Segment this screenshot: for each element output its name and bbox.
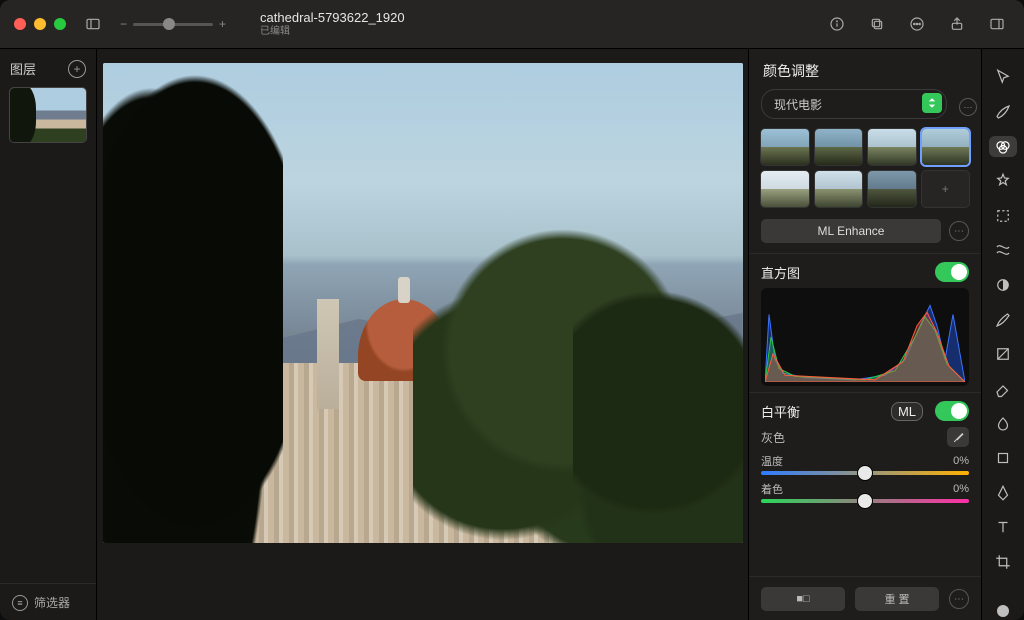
zoom-control[interactable]: − + xyxy=(120,17,226,31)
compare-button[interactable]: ■□ xyxy=(761,587,845,611)
brush-styles-tool[interactable] xyxy=(989,102,1017,123)
paint-tool[interactable] xyxy=(989,309,1017,330)
canvas-area xyxy=(97,49,748,620)
color-picker-tool[interactable] xyxy=(989,275,1017,296)
preset-thumb-7[interactable] xyxy=(868,171,916,207)
titlebar: − + cathedral-5793622_1920 已编辑 xyxy=(0,0,1024,49)
effects-tool[interactable] xyxy=(989,171,1017,192)
preset-thumb-4[interactable] xyxy=(922,129,970,165)
marquee-tool[interactable] xyxy=(989,206,1017,227)
eraser-tool[interactable] xyxy=(989,379,1017,400)
temperature-slider[interactable] xyxy=(761,471,969,475)
preset-thumb-2[interactable] xyxy=(815,129,863,165)
inspector-footer: ■□ 重 置 ⋯ xyxy=(749,576,981,620)
share-button[interactable] xyxy=(944,11,970,37)
white-balance-label: 白平衡 xyxy=(761,402,800,421)
preset-add-button[interactable]: + xyxy=(922,171,970,207)
layers-panel: 图层 + ≡ 筛选器 xyxy=(0,49,97,620)
tool-strip xyxy=(981,49,1024,620)
preset-thumb-3[interactable] xyxy=(868,129,916,165)
preset-grid: + xyxy=(749,125,981,217)
app-window: − + cathedral-5793622_1920 已编辑 xyxy=(0,0,1024,620)
canvas-tree-left xyxy=(103,63,283,543)
temperature-knob[interactable] xyxy=(858,466,872,480)
minimize-window-button[interactable] xyxy=(34,18,46,30)
canvas-tree-right xyxy=(573,283,743,543)
tint-label: 着色 xyxy=(761,481,783,497)
preset-nav-icon[interactable] xyxy=(922,93,942,113)
preset-thumb-5[interactable] xyxy=(761,171,809,207)
filters-label: 筛选器 xyxy=(34,594,70,611)
layers-panel-title: 图层 xyxy=(10,59,36,78)
reset-button[interactable]: 重 置 xyxy=(855,587,939,611)
zoom-slider-knob[interactable] xyxy=(163,18,175,30)
preset-more-button[interactable]: ⋯ xyxy=(959,98,977,116)
histogram-toggle[interactable] xyxy=(935,262,969,282)
foreground-color[interactable] xyxy=(989,600,1017,620)
color-adjust-tool[interactable] xyxy=(989,136,1017,157)
ml-enhance-label: ML Enhance xyxy=(818,224,885,238)
tint-value: 0% xyxy=(953,483,969,495)
crop-tool[interactable] xyxy=(989,552,1017,573)
close-window-button[interactable] xyxy=(14,18,26,30)
preset-thumb-1[interactable] xyxy=(761,129,809,165)
white-balance-ml-badge[interactable]: ML xyxy=(891,402,923,421)
text-tool[interactable] xyxy=(989,517,1017,538)
inspector-title: 颜色调整 xyxy=(749,49,981,89)
duplicate-button[interactable] xyxy=(864,11,890,37)
warp-tool[interactable] xyxy=(989,240,1017,261)
tint-knob[interactable] xyxy=(858,494,872,508)
temperature-label: 温度 xyxy=(761,453,783,469)
ml-enhance-button[interactable]: ML Enhance xyxy=(761,219,941,243)
document-edited-badge: 已编辑 xyxy=(260,26,405,38)
filter-icon: ≡ xyxy=(12,595,28,611)
preset-thumb-6[interactable] xyxy=(815,171,863,207)
info-button[interactable] xyxy=(824,11,850,37)
canvas-tower xyxy=(317,299,339,409)
window-traffic-lights xyxy=(14,18,66,30)
image-canvas[interactable] xyxy=(103,63,743,543)
document-title: cathedral-5793622_1920 xyxy=(260,10,405,26)
zoom-slider-track[interactable] xyxy=(133,23,213,26)
zoom-window-button[interactable] xyxy=(54,18,66,30)
gray-point-picker[interactable] xyxy=(947,427,969,447)
smudge-tool[interactable] xyxy=(989,413,1017,434)
temperature-value: 0% xyxy=(953,455,969,467)
reset-label: 重 置 xyxy=(884,591,909,607)
gradient-tool[interactable] xyxy=(989,344,1017,365)
zoom-out-icon[interactable]: − xyxy=(120,17,127,31)
more-menu-button[interactable] xyxy=(904,11,930,37)
inspector-footer-more[interactable]: ⋯ xyxy=(949,589,969,609)
compare-label: ■□ xyxy=(796,593,809,605)
sidebar-toggle-button[interactable] xyxy=(80,11,106,37)
inspector-toggle-button[interactable] xyxy=(984,11,1010,37)
gray-point-label: 灰色 xyxy=(761,429,785,446)
shape-tool[interactable] xyxy=(989,448,1017,469)
ml-enhance-more-button[interactable]: ⋯ xyxy=(949,221,969,241)
histogram xyxy=(761,288,969,386)
layers-panel-footer[interactable]: ≡ 筛选器 xyxy=(0,583,96,620)
pen-tool[interactable] xyxy=(989,483,1017,504)
document-title-group: cathedral-5793622_1920 已编辑 xyxy=(260,10,405,38)
histogram-label: 直方图 xyxy=(761,263,800,282)
white-balance-toggle[interactable] xyxy=(935,401,969,421)
preset-selector[interactable]: 现代电影 xyxy=(761,89,947,119)
layer-thumbnail[interactable] xyxy=(10,88,86,142)
preset-name: 现代电影 xyxy=(774,96,822,113)
arrow-tool[interactable] xyxy=(989,67,1017,88)
inspector-panel: 颜色调整 现代电影 ⋯ + xyxy=(748,49,981,620)
tint-slider[interactable] xyxy=(761,499,969,503)
add-layer-button[interactable]: + xyxy=(68,60,86,78)
zoom-in-icon[interactable]: + xyxy=(219,17,226,31)
